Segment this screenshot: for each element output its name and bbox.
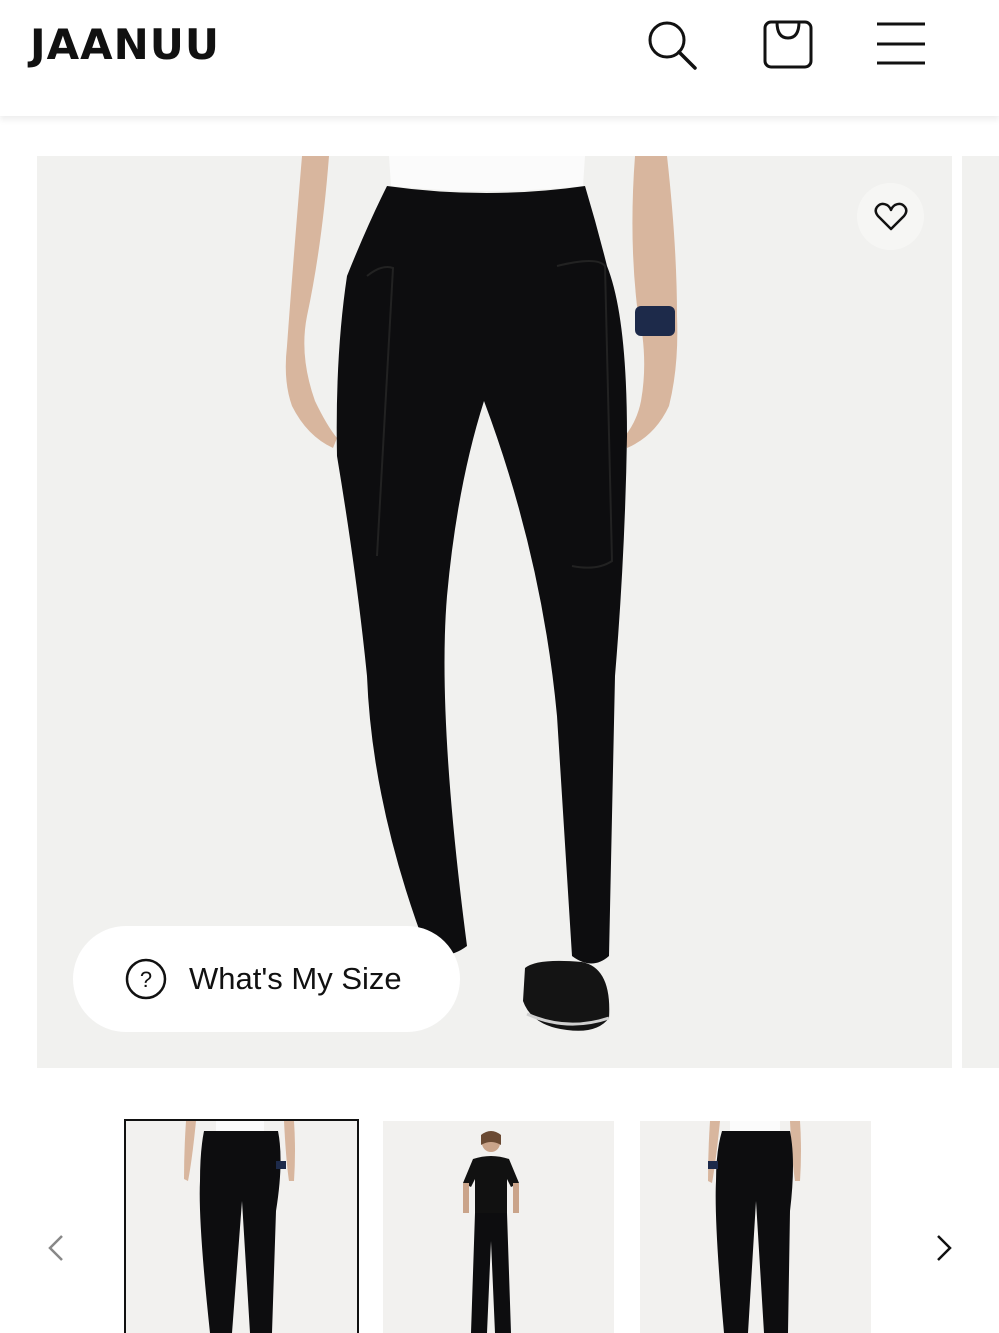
question-circle-icon: ? xyxy=(125,958,167,1000)
thumbnail-strip xyxy=(0,1118,999,1333)
heart-icon xyxy=(873,202,908,230)
shopping-bag-icon[interactable] xyxy=(760,16,816,72)
svg-text:?: ? xyxy=(140,967,152,992)
search-icon[interactable] xyxy=(643,16,699,72)
hamburger-menu-icon[interactable] xyxy=(873,16,929,72)
thumbnail-front[interactable] xyxy=(124,1119,359,1333)
site-header: JAANUU xyxy=(0,0,999,116)
next-image-peek[interactable] xyxy=(962,156,999,1068)
thumbnail-outfit[interactable] xyxy=(383,1121,614,1333)
thumbnail-back[interactable] xyxy=(640,1121,871,1333)
chevron-left-icon[interactable] xyxy=(42,1228,72,1268)
chevron-right-icon[interactable] xyxy=(928,1228,958,1268)
thumbnail-outfit-image xyxy=(383,1121,614,1333)
favorite-button[interactable] xyxy=(857,183,924,250)
thumbnail-back-image xyxy=(640,1121,871,1333)
main-product-image[interactable]: ? What's My Size xyxy=(37,156,952,1068)
whats-my-size-label: What's My Size xyxy=(189,961,402,996)
thumbnail-front-image xyxy=(126,1121,357,1333)
whats-my-size-button[interactable]: ? What's My Size xyxy=(73,926,460,1032)
brand-logo[interactable]: JAANUU xyxy=(30,20,220,69)
